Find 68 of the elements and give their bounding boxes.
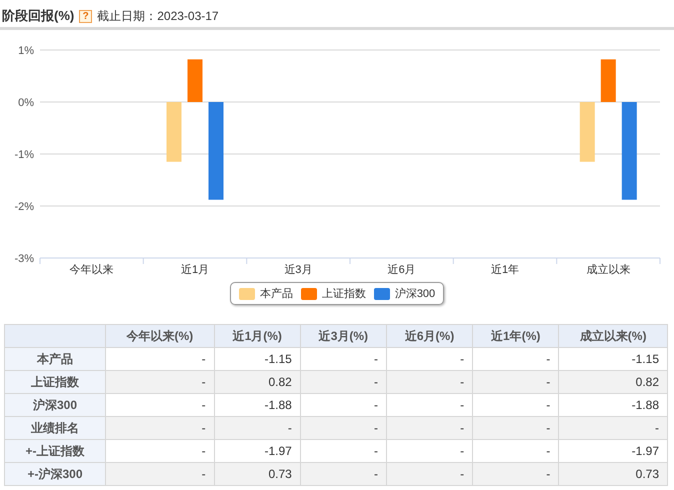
table-cell: - bbox=[386, 394, 473, 416]
row-label: +-上证指数 bbox=[4, 440, 106, 462]
table-cell: - bbox=[386, 416, 473, 440]
table-cell: - bbox=[106, 416, 214, 440]
legend-item[interactable]: 上证指数 bbox=[300, 286, 366, 301]
chart-bar bbox=[600, 59, 616, 102]
axis-label: 成立以来 bbox=[586, 264, 630, 276]
table-cell: - bbox=[106, 348, 214, 370]
table-cell: - bbox=[472, 348, 559, 370]
table-cell: -1.15 bbox=[214, 348, 300, 370]
table-header: 近6月(%) bbox=[386, 324, 473, 348]
section-title: 阶段回报(%) bbox=[2, 7, 74, 25]
table-header: 近3月(%) bbox=[300, 324, 386, 348]
table-header: 近1年(%) bbox=[472, 324, 559, 348]
axis-label: 0% bbox=[18, 97, 34, 109]
axis-label: 1% bbox=[18, 45, 34, 57]
axis-label: -2% bbox=[14, 201, 34, 213]
table-cell: -1.88 bbox=[214, 394, 300, 416]
table-cell: 0.73 bbox=[214, 462, 300, 486]
table-cell: - bbox=[386, 348, 473, 370]
date-label: 截止日期：2023-03-17 bbox=[97, 8, 219, 24]
table-cell: -1.15 bbox=[558, 348, 668, 370]
table-cell: - bbox=[300, 394, 386, 416]
table-cell: -1.97 bbox=[214, 440, 300, 462]
table-cell: - bbox=[472, 370, 559, 394]
row-label: 本产品 bbox=[4, 348, 106, 370]
table-cell: - bbox=[386, 462, 473, 486]
axis-label: 近6月 bbox=[388, 264, 416, 276]
table-cell: - bbox=[386, 440, 473, 462]
table-cell: 0.82 bbox=[214, 370, 300, 394]
table-cell: - bbox=[558, 416, 668, 440]
table-cell: - bbox=[472, 416, 559, 440]
chart-bar bbox=[188, 59, 202, 102]
row-label: 业绩排名 bbox=[4, 416, 106, 440]
table-cell: - bbox=[472, 394, 559, 416]
axis-label: 今年以来 bbox=[70, 264, 114, 276]
table-header: 近1月(%) bbox=[214, 324, 300, 348]
chart-bar bbox=[166, 102, 182, 162]
table-cell: - bbox=[386, 370, 473, 394]
table-cell: - bbox=[300, 370, 386, 394]
table-cell: - bbox=[300, 416, 386, 440]
axis-label: 近1年 bbox=[490, 264, 520, 276]
row-label: +-沪深300 bbox=[4, 462, 106, 486]
table-cell: -1.97 bbox=[558, 440, 668, 462]
table-cell: 0.82 bbox=[558, 370, 668, 394]
chart-bar bbox=[580, 102, 595, 162]
table-cell: - bbox=[300, 348, 386, 370]
axis-label: -3% bbox=[14, 253, 34, 265]
legend-item[interactable]: 沪深300 bbox=[374, 286, 436, 301]
row-label: 沪深300 bbox=[4, 394, 106, 416]
table-cell: - bbox=[106, 370, 214, 394]
table-cell: 0.73 bbox=[558, 462, 668, 486]
table-cell: - bbox=[472, 440, 559, 462]
legend-item[interactable]: 本产品 bbox=[238, 286, 293, 301]
table-header: 今年以来(%) bbox=[106, 324, 214, 348]
table-cell: - bbox=[300, 462, 386, 486]
table-cell: - bbox=[300, 440, 386, 462]
table-cell: - bbox=[106, 394, 214, 416]
row-label: 上证指数 bbox=[4, 370, 106, 394]
axis-label: 近1月 bbox=[180, 264, 210, 276]
axis-label: -1% bbox=[14, 149, 34, 161]
table-header: 成立以来(%) bbox=[558, 324, 668, 348]
table-cell: -1.88 bbox=[558, 394, 668, 416]
table-cell: - bbox=[106, 440, 214, 462]
table-cell: - bbox=[106, 462, 214, 486]
axis-label: 近3月 bbox=[284, 264, 312, 276]
table-cell: - bbox=[472, 462, 559, 486]
table-cell: - bbox=[214, 416, 300, 440]
